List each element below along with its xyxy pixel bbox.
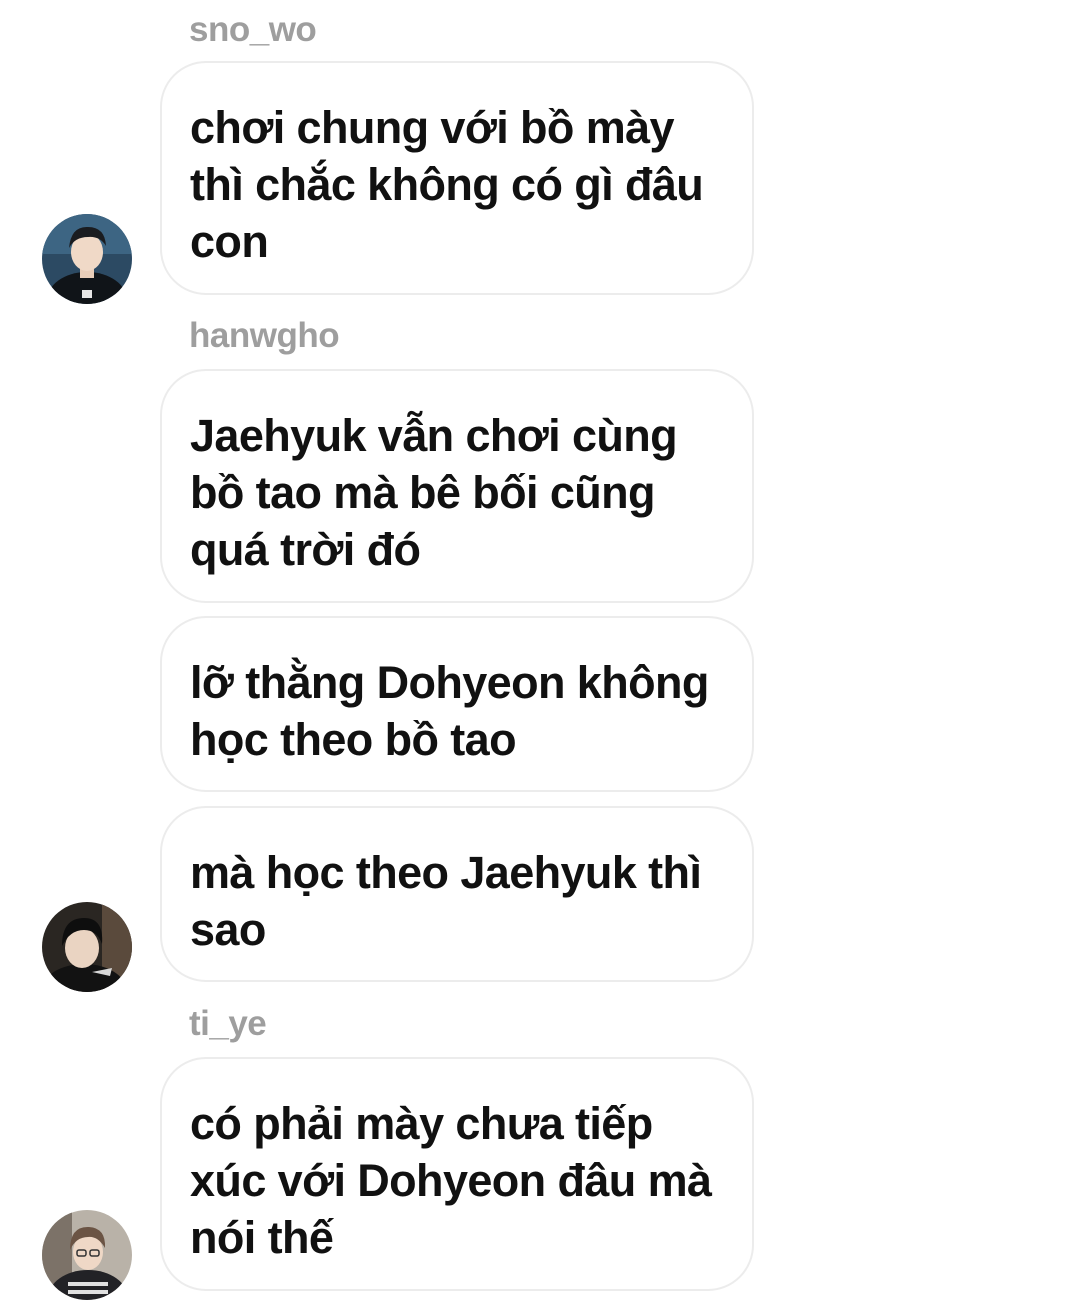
user-avatar-icon[interactable] [42, 1210, 132, 1300]
sender-username[interactable]: ti_ye [189, 1004, 267, 1044]
message-bubble[interactable]: lỡ thằng Dohyeon không học theo bồ tao [160, 616, 754, 792]
message-text: Jaehyuk vẫn chơi cùng bồ tao mà bê bối c… [190, 410, 678, 575]
sender-username[interactable]: sno_wo [189, 10, 317, 50]
user-avatar-icon[interactable] [42, 214, 132, 304]
message-bubble[interactable]: Jaehyuk vẫn chơi cùng bồ tao mà bê bối c… [160, 369, 754, 603]
message-bubble[interactable]: chơi chung với bồ mày thì chắc không có … [160, 61, 754, 295]
message-text: mà học theo Jaehyuk thì sao [190, 847, 702, 955]
message-text: lỡ thằng Dohyeon không học theo bồ tao [190, 657, 709, 765]
message-bubble[interactable]: có phải mày chưa tiếp xúc với Dohyeon đâ… [160, 1057, 754, 1291]
message-text: có phải mày chưa tiếp xúc với Dohyeon đâ… [190, 1098, 712, 1263]
message-text: chơi chung với bồ mày thì chắc không có … [190, 102, 704, 267]
message-bubble[interactable]: mà học theo Jaehyuk thì sao [160, 806, 754, 982]
user-avatar-icon[interactable] [42, 902, 132, 992]
sender-username[interactable]: hanwgho [189, 316, 340, 356]
